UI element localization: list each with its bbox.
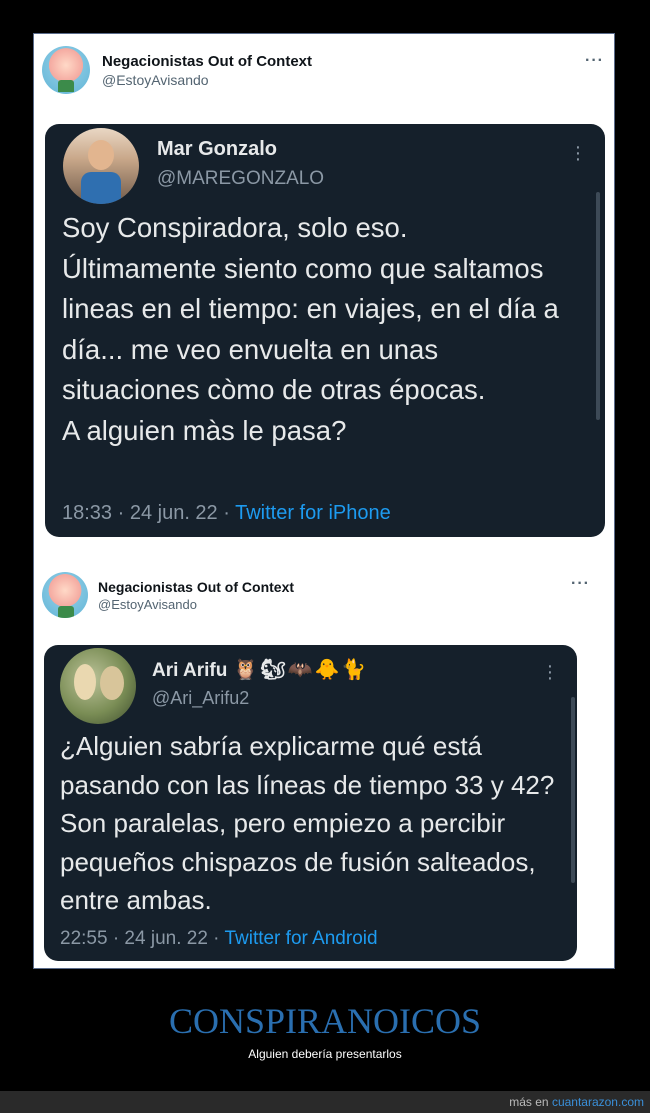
page-title: CONSPIRANOICOS (168, 1001, 482, 1041)
avatar[interactable] (60, 648, 136, 724)
author-handle[interactable]: @EstoyAvisando (102, 72, 312, 88)
avatar[interactable] (63, 128, 139, 204)
author-handle[interactable]: @MAREGONZALO (157, 168, 324, 190)
author-handle[interactable]: @EstoyAvisando (98, 597, 294, 612)
tweet-meta: 18:33 · 24 jun. 22 · Twitter for iPhone (62, 502, 391, 525)
embedded-tweet[interactable]: Ari Arifu 🦉🐿🦇🐥🐈 @Ari_Arifu2 · · · ¿Alguien … (44, 645, 577, 961)
scrollbar[interactable] (571, 697, 575, 883)
tweet-text: Soy Conspiradora, solo eso. Últimamente … (62, 212, 559, 446)
outer-tweet-header: Negacionistas Out of Context @EstoyAvisa… (42, 572, 294, 618)
tweet-meta: 22:55 · 24 jun. 22 · Twitter for Android (60, 928, 378, 950)
tweet-timestamp: 18:33 · 24 jun. 22 · (62, 502, 236, 524)
tweet-text: ¿Alguien sabría explicarme qué está pasa… (60, 731, 555, 915)
footer-bar: más en cuantarazon.com (0, 1091, 650, 1113)
footer-link[interactable]: cuantarazon.com (552, 1095, 644, 1109)
footer-text: más en cuantarazon.com (509, 1095, 644, 1109)
footer-prefix: más en (509, 1095, 552, 1109)
embedded-tweet[interactable]: Mar Gonzalo @MAREGONZALO · · · Soy Conspir… (45, 124, 605, 537)
more-options-icon[interactable]: ··· (545, 656, 555, 688)
author-handle[interactable]: @Ari_Arifu2 (152, 688, 368, 709)
outer-tweet-header: Negacionistas Out of Context @EstoyAvisa… (42, 46, 312, 94)
page-subtitle: Alguien debería presentarlos (248, 1047, 402, 1061)
more-options-icon[interactable]: ··· (571, 575, 590, 593)
avatar[interactable] (42, 46, 90, 94)
avatar[interactable] (42, 572, 88, 618)
scrollbar[interactable] (596, 192, 600, 420)
tweet-source-link[interactable]: Twitter for iPhone (235, 502, 391, 524)
author-name[interactable]: Negacionistas Out of Context (102, 53, 312, 70)
author-name-text[interactable]: Ari Arifu (152, 660, 227, 681)
screenshot-frame: Negacionistas Out of Context @EstoyAvisa… (33, 33, 615, 969)
author-name[interactable]: Mar Gonzalo (157, 138, 324, 161)
tweet-source-link[interactable]: Twitter for Android (224, 928, 377, 949)
author-name[interactable]: Negacionistas Out of Context (98, 579, 294, 595)
name-emojis: 🦉🐿🦇🐥🐈 (233, 659, 369, 681)
author-name[interactable]: Ari Arifu 🦉🐿🦇🐥🐈 (152, 657, 368, 682)
tweet-timestamp: 22:55 · 24 jun. 22 · (60, 928, 225, 949)
more-options-icon[interactable]: ··· (585, 52, 604, 70)
more-options-icon[interactable]: ··· (573, 137, 583, 169)
